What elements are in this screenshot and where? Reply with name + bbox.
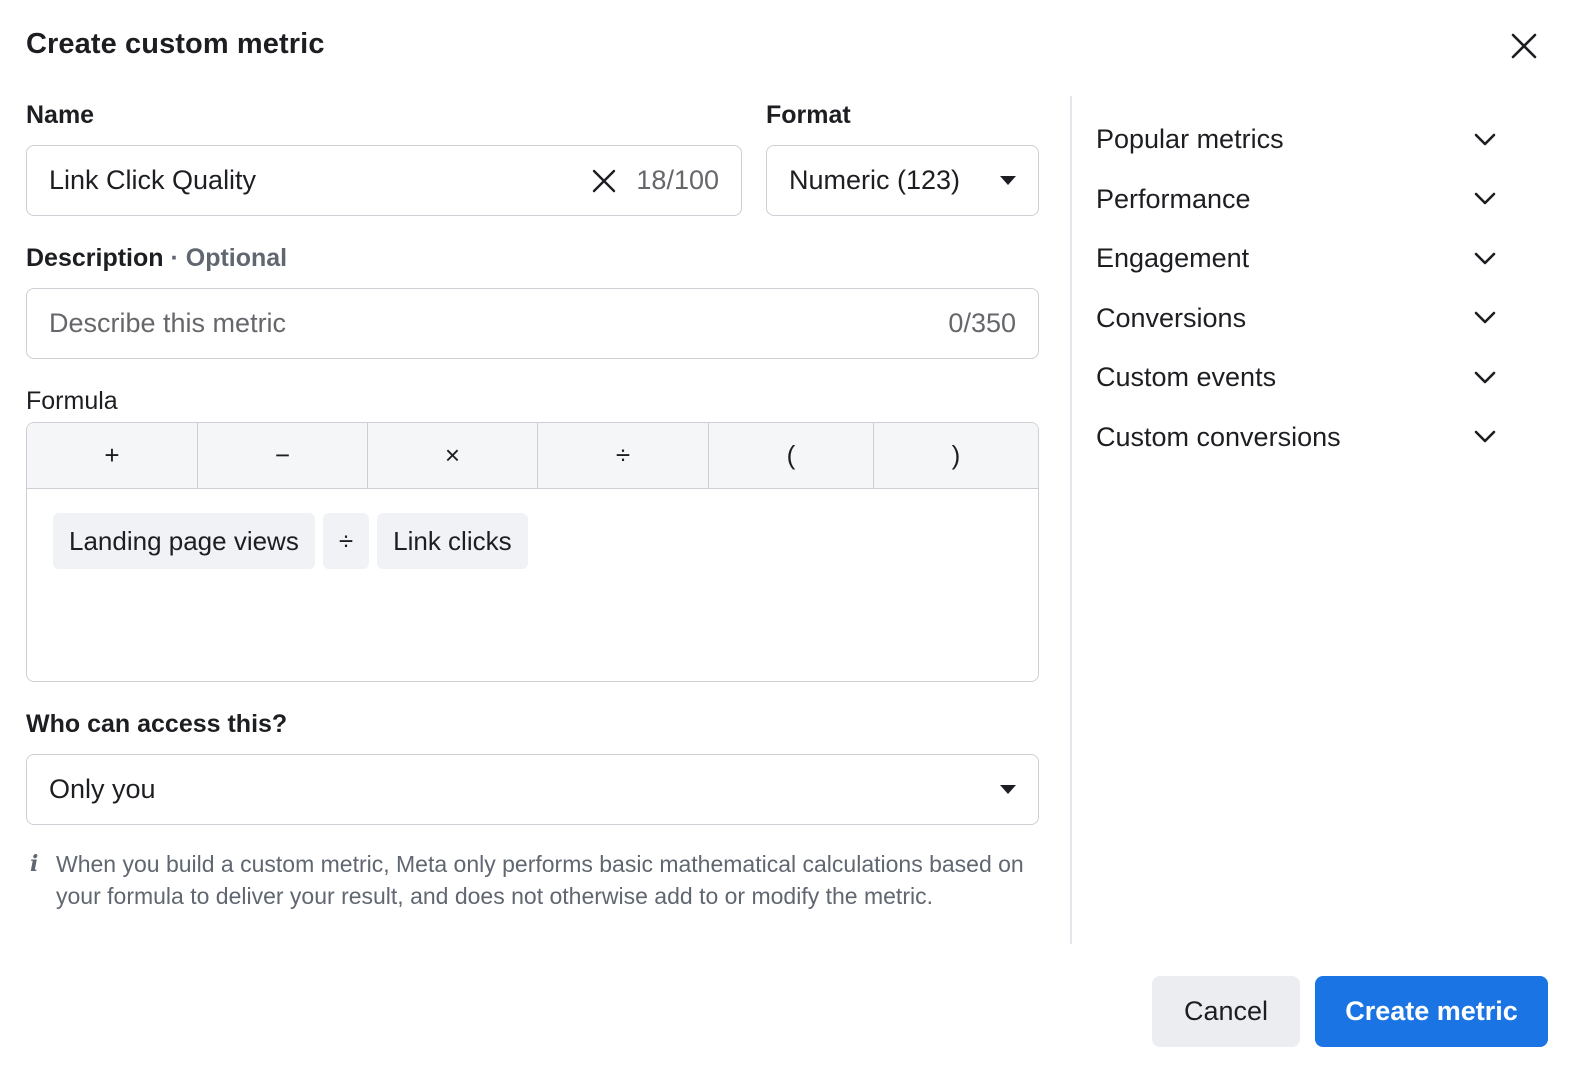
info-note: i When you build a custom metric, Meta o… <box>30 848 1040 912</box>
dialog-title: Create custom metric <box>26 28 325 60</box>
optional-tag: · Optional <box>163 244 288 272</box>
metric-categories: Popular metrics Performance Engagement C… <box>1096 110 1496 467</box>
category-popular-metrics[interactable]: Popular metrics <box>1096 110 1496 170</box>
clear-icon <box>593 169 616 192</box>
operator-minus-button[interactable]: − <box>198 423 368 488</box>
chevron-down-icon <box>1474 430 1496 443</box>
chevron-down-icon <box>1474 371 1496 384</box>
description-field[interactable]: Describe this metric 0/350 <box>26 288 1039 359</box>
category-conversions[interactable]: Conversions <box>1096 289 1496 349</box>
name-field[interactable]: Link Click Quality 18/100 <box>26 145 742 216</box>
formula-editor[interactable]: + − × ÷ ( ) Landing page views ÷ Link cl… <box>26 422 1039 682</box>
name-value[interactable]: Link Click Quality <box>49 165 590 196</box>
operator-divide-button[interactable]: ÷ <box>538 423 709 488</box>
access-select[interactable]: Only you <box>26 754 1039 825</box>
formula-label: Formula <box>26 387 118 415</box>
category-custom-conversions[interactable]: Custom conversions <box>1096 408 1496 468</box>
operator-multiply-button[interactable]: × <box>368 423 538 488</box>
operator-toolbar: + − × ÷ ( ) <box>27 423 1038 489</box>
formula-token-metric[interactable]: Landing page views <box>53 513 315 569</box>
chevron-down-icon <box>1474 133 1496 146</box>
close-icon <box>1511 33 1537 59</box>
operator-plus-button[interactable]: + <box>27 423 198 488</box>
format-select[interactable]: Numeric (123) <box>766 145 1039 216</box>
category-custom-events[interactable]: Custom events <box>1096 348 1496 408</box>
format-label: Format <box>766 101 851 129</box>
caret-down-icon <box>1000 785 1016 794</box>
description-placeholder[interactable]: Describe this metric <box>49 308 948 339</box>
operator-close-paren-button[interactable]: ) <box>874 423 1038 488</box>
category-label: Performance <box>1096 183 1251 214</box>
category-label: Popular metrics <box>1096 124 1284 155</box>
category-label: Custom conversions <box>1096 421 1341 452</box>
info-text: When you build a custom metric, Meta onl… <box>56 851 1024 909</box>
close-button[interactable] <box>1506 28 1542 64</box>
chevron-down-icon <box>1474 192 1496 205</box>
category-label: Engagement <box>1096 243 1250 274</box>
category-performance[interactable]: Performance <box>1096 170 1496 230</box>
access-label: Who can access this? <box>26 710 288 738</box>
name-counter: 18/100 <box>636 165 719 195</box>
description-label: Description · Optional <box>26 244 287 273</box>
category-label: Conversions <box>1096 302 1247 333</box>
category-engagement[interactable]: Engagement <box>1096 229 1496 289</box>
formula-token-operator[interactable]: ÷ <box>322 513 370 569</box>
name-label: Name <box>26 101 95 129</box>
formula-tokens: Landing page views ÷ Link clicks <box>27 489 1038 569</box>
chevron-down-icon <box>1474 252 1496 265</box>
info-icon: i <box>30 851 39 877</box>
panel-divider <box>1070 96 1072 944</box>
chevron-down-icon <box>1474 311 1496 324</box>
create-metric-button[interactable]: Create metric <box>1315 976 1548 1047</box>
operator-open-paren-button[interactable]: ( <box>709 423 874 488</box>
clear-name-button[interactable] <box>590 167 618 195</box>
format-value: Numeric (123) <box>789 165 961 195</box>
caret-down-icon <box>1000 176 1016 185</box>
formula-token-metric[interactable]: Link clicks <box>377 513 528 569</box>
access-value: Only you <box>49 774 156 804</box>
cancel-button[interactable]: Cancel <box>1152 976 1300 1047</box>
description-counter: 0/350 <box>948 308 1016 338</box>
description-label-text: Description <box>26 244 164 272</box>
category-label: Custom events <box>1096 362 1277 393</box>
